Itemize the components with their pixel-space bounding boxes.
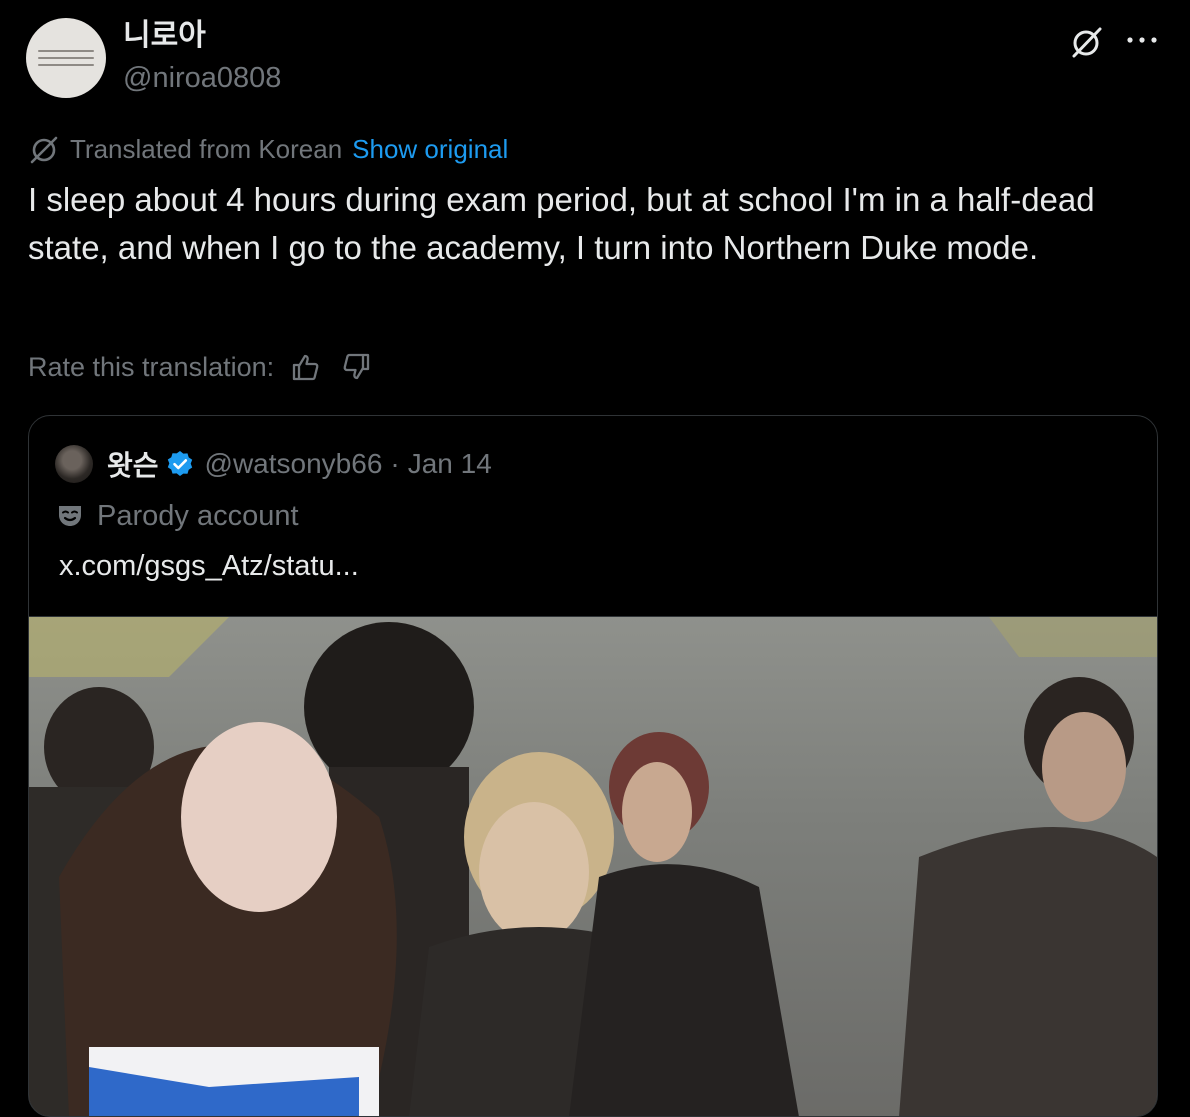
translation-row: Translated from Korean Show original xyxy=(28,132,508,166)
thumbs-up-icon[interactable] xyxy=(290,352,320,382)
quoted-author-display-name[interactable]: 왓슨 xyxy=(107,444,159,484)
media-photo xyxy=(29,617,1157,1116)
show-original-link[interactable]: Show original xyxy=(352,134,508,165)
thumbs-down-icon[interactable] xyxy=(342,352,372,382)
parody-account-row: Parody account xyxy=(55,498,299,534)
translate-icon xyxy=(30,136,58,164)
quoted-post-media[interactable] xyxy=(29,616,1157,1116)
author-display-name[interactable]: 니로아 xyxy=(123,18,206,54)
rate-translation-label: Rate this translation: xyxy=(28,351,275,382)
quoted-author-avatar[interactable] xyxy=(55,445,93,483)
translated-from-label: Translated from Korean xyxy=(70,133,343,164)
parody-mask-icon xyxy=(59,506,81,526)
avatar-handwriting xyxy=(38,45,94,71)
rate-translation-row: Rate this translation: xyxy=(28,350,372,384)
author-handle[interactable]: @niroa0808 xyxy=(123,60,281,96)
separator-dot: · xyxy=(390,448,400,479)
grok-icon[interactable] xyxy=(1068,24,1104,60)
quoted-post-date[interactable]: Jan 14 xyxy=(408,448,492,480)
quoted-author-handle[interactable]: @watsonyb66 xyxy=(205,448,383,480)
more-icon[interactable] xyxy=(1122,24,1162,56)
post-text: I sleep about 4 hours during exam period… xyxy=(28,181,1095,266)
verified-badge-icon xyxy=(167,451,192,476)
quoted-post-card[interactable]: 왓슨 @watsonyb66 · Jan 14 Parody account x… xyxy=(28,415,1158,1117)
parody-account-label: Parody account xyxy=(97,499,299,532)
quoted-post-header: 왓슨 @watsonyb66 · Jan 14 xyxy=(55,444,492,484)
author-avatar[interactable] xyxy=(26,18,106,98)
quoted-post-link[interactable]: x.com/gsgs_Atz/statu... xyxy=(59,548,359,584)
